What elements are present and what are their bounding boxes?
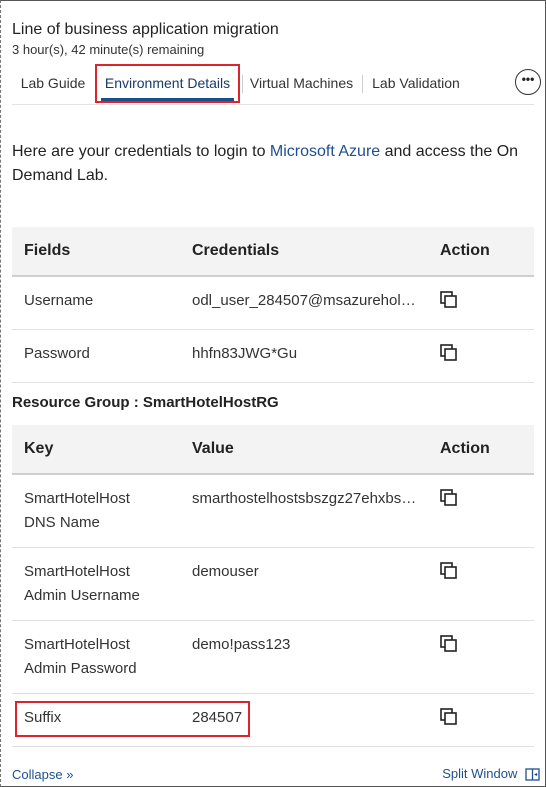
key-line1: SmartHotelHost xyxy=(24,636,130,653)
intro-before: Here are your credentials to login to xyxy=(12,143,270,160)
column-header-key: Key xyxy=(12,425,180,475)
tab-lab-guide[interactable]: Lab Guide xyxy=(12,62,94,104)
admin-password-value: demo!pass123 xyxy=(180,620,428,694)
tab-label: Lab Validation xyxy=(372,75,460,91)
copy-icon[interactable] xyxy=(440,291,458,309)
resource-group-table: Key Value Action SmartHotelHost DNS Name … xyxy=(12,425,534,747)
username-value: odl_user_284507@msazurehol.onmicrosoft.c… xyxy=(180,276,428,330)
tab-label: Environment Details xyxy=(104,75,231,91)
key-cell: SmartHotelHost Admin Username xyxy=(12,547,180,621)
split-window-link[interactable]: Split Window xyxy=(442,766,540,781)
key-line1: SmartHotelHost xyxy=(24,490,130,507)
copy-icon[interactable] xyxy=(440,344,458,362)
copy-icon[interactable] xyxy=(440,562,458,580)
column-header-value: Value xyxy=(180,425,428,475)
copy-icon[interactable] xyxy=(440,708,458,726)
copy-icon[interactable] xyxy=(440,489,458,507)
tabs-divider xyxy=(12,104,534,105)
action-cell xyxy=(428,329,534,383)
action-cell xyxy=(428,620,534,694)
action-cell xyxy=(428,474,534,548)
table-row: Username odl_user_284507@msazurehol.onmi… xyxy=(12,276,534,330)
admin-username-value: demouser xyxy=(180,547,428,621)
time-remaining: 3 hour(s), 42 minute(s) remaining xyxy=(12,42,205,57)
dns-name-value: smarthostelhostsbszgz27ehxbs.eastus.clou… xyxy=(180,474,428,548)
more-options-button[interactable]: ••• xyxy=(515,69,541,95)
key-line2: DNS Name xyxy=(24,514,100,531)
action-cell xyxy=(428,276,534,330)
tab-environment-details[interactable]: Environment Details xyxy=(97,62,238,104)
key-cell: SmartHotelHost Admin Password xyxy=(12,620,180,694)
column-header-fields: Fields xyxy=(12,227,180,277)
action-cell xyxy=(428,693,534,747)
key-cell: SmartHotelHost DNS Name xyxy=(12,474,180,548)
field-username: Username xyxy=(12,276,180,330)
key-line2: Admin Username xyxy=(24,587,140,604)
split-window-label: Split Window xyxy=(442,766,518,781)
tab-label: Lab Guide xyxy=(20,75,86,91)
table-header-row: Fields Credentials Action xyxy=(12,227,534,277)
table-row: SmartHotelHost Admin Password demo!pass12… xyxy=(12,620,534,694)
field-password: Password xyxy=(12,329,180,383)
azure-link[interactable]: Microsoft Azure xyxy=(270,143,380,160)
table-row: SmartHotelHost Admin Username demouser xyxy=(12,547,534,621)
table-row: Suffix 284507 xyxy=(12,693,534,747)
action-cell xyxy=(428,547,534,621)
tab-label: Virtual Machines xyxy=(249,75,354,91)
column-header-action: Action xyxy=(428,425,534,475)
column-header-credentials: Credentials xyxy=(180,227,428,277)
collapse-link[interactable]: Collapse » xyxy=(12,767,73,782)
key-cell: Suffix xyxy=(12,693,180,747)
table-row: Password hhfn83JWG*Gu xyxy=(12,329,534,383)
credentials-table: Fields Credentials Action Username odl_u… xyxy=(12,227,534,383)
table-header-row: Key Value Action xyxy=(12,425,534,475)
password-value: hhfn83JWG*Gu xyxy=(180,329,428,383)
suffix-value: 284507 xyxy=(180,693,428,747)
tab-lab-validation[interactable]: Lab Validation xyxy=(363,62,469,104)
split-window-icon xyxy=(525,768,540,781)
tab-virtual-machines[interactable]: Virtual Machines xyxy=(243,62,360,104)
key-line2: Admin Password xyxy=(24,660,137,677)
key-line1: SmartHotelHost xyxy=(24,563,130,580)
table-row: SmartHotelHost DNS Name smarthostelhostsb… xyxy=(12,474,534,548)
tab-bar: Lab Guide Environment Details Virtual Ma… xyxy=(0,62,546,106)
resource-group-label: Resource Group : SmartHotelHostRG xyxy=(12,394,279,411)
suffix-key: Suffix xyxy=(24,709,62,726)
column-header-action: Action xyxy=(428,227,534,277)
active-tab-indicator xyxy=(101,98,234,101)
intro-text: Here are your credentials to login to Mi… xyxy=(12,140,532,188)
lab-title: Line of business application migration xyxy=(12,21,279,38)
copy-icon[interactable] xyxy=(440,635,458,653)
